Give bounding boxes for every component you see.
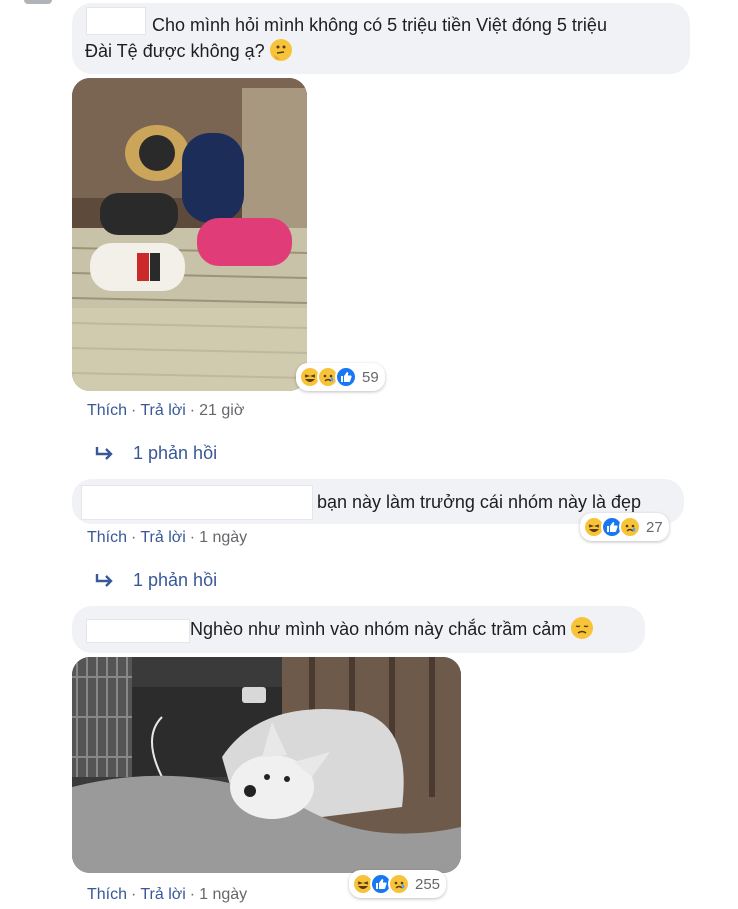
reaction-count: 27 — [646, 518, 663, 536]
comment-text-line-1: Cho mình hỏi mình không có 5 triệu tiền … — [152, 15, 607, 35]
sad-reaction-icon — [619, 516, 641, 538]
comment-actions-2: Thích · Trả lời · 1 ngày — [87, 529, 247, 547]
comment-text: bạn này làm trưởng cái nhóm này là đẹp — [317, 492, 642, 512]
redacted-author-name — [81, 485, 313, 520]
reply-arrow-icon — [95, 573, 113, 587]
like-reaction-icon — [335, 366, 357, 388]
reaction-count: 255 — [415, 875, 441, 893]
replies-count-label: 1 phản hồi — [133, 443, 218, 463]
comment-text: Nghèo như mình vào nhóm này chắc trầm cả… — [190, 617, 594, 642]
like-link[interactable]: Thích — [87, 886, 127, 904]
thinking-face-icon — [269, 39, 292, 61]
separator: · — [131, 886, 137, 903]
separator: · — [131, 529, 137, 546]
comment-actions-1: Thích · Trả lời · 21 giờ — [87, 402, 244, 420]
reply-link[interactable]: Trả lời — [140, 886, 185, 904]
reply-arrow-icon — [95, 446, 113, 460]
separator: · — [189, 529, 196, 546]
comment-timestamp[interactable]: 21 giờ — [199, 402, 244, 420]
reply-link[interactable]: Trả lời — [140, 529, 185, 547]
comment-text-line-2: Đài Tệ được không ạ? — [85, 39, 292, 64]
redacted-author-name — [86, 7, 146, 35]
like-link[interactable]: Thích — [87, 402, 127, 420]
view-replies-1[interactable]: 1 phản hồi — [95, 443, 217, 464]
reply-link[interactable]: Trả lời — [140, 402, 185, 420]
comment-actions-3: Thích · Trả lời · 1 ngày — [87, 886, 247, 904]
comment-photo-money-keys[interactable] — [72, 78, 307, 391]
comment-bubble-1: Cho mình hỏi mình không có 5 triệu tiền … — [72, 3, 690, 74]
comment-photo-dog-in-bed[interactable] — [72, 657, 461, 873]
comment-bubble-3: Nghèo như mình vào nhóm này chắc trầm cả… — [72, 606, 645, 653]
like-link[interactable]: Thích — [87, 529, 127, 547]
reaction-count: 59 — [362, 368, 379, 386]
replies-count-label: 1 phản hồi — [133, 570, 218, 590]
reaction-summary-3[interactable]: 255 — [349, 870, 447, 898]
separator: · — [131, 402, 137, 419]
disappointed-face-icon — [571, 617, 594, 639]
top-edge-mark — [24, 0, 52, 4]
comment-timestamp[interactable]: 1 ngày — [199, 886, 247, 904]
comment-timestamp[interactable]: 1 ngày — [199, 529, 247, 547]
reaction-summary-2[interactable]: 27 — [580, 513, 669, 541]
reaction-summary-1[interactable]: 59 — [296, 363, 385, 391]
separator: · — [189, 402, 196, 419]
sad-reaction-icon — [388, 873, 410, 895]
separator: · — [189, 886, 196, 903]
view-replies-2[interactable]: 1 phản hồi — [95, 570, 217, 591]
redacted-author-name — [86, 619, 190, 643]
